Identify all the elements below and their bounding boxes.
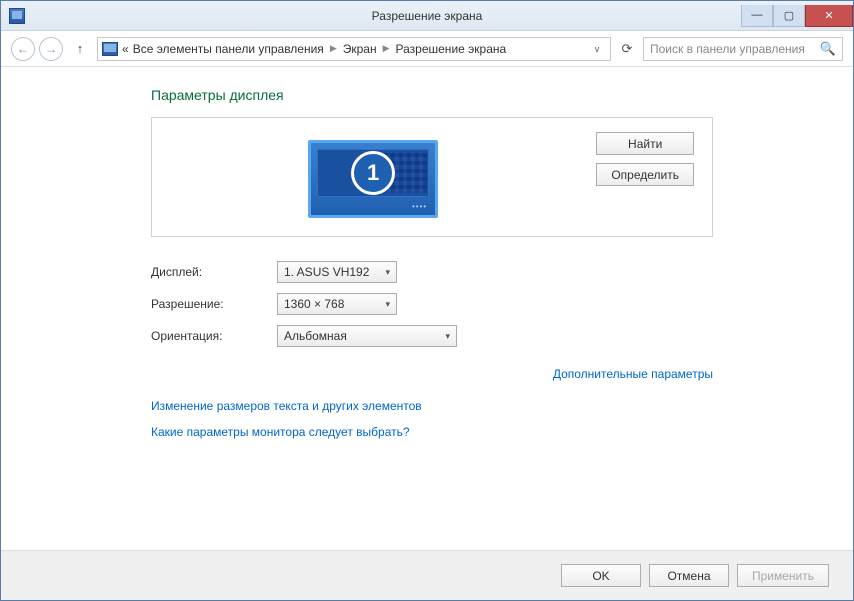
page-heading: Параметры дисплея <box>151 87 713 103</box>
navbar: ← → ↑ « Все элементы панели управления ▶… <box>1 31 853 67</box>
breadcrumb-item[interactable]: Все элементы панели управления <box>133 42 324 56</box>
breadcrumb-prefix: « <box>122 42 129 56</box>
resolution-select[interactable]: 1360 × 768 ▾ <box>277 293 397 315</box>
monitor-icon <box>102 42 118 56</box>
chevron-right-icon: ▶ <box>328 43 339 54</box>
advanced-settings-link[interactable]: Дополнительные параметры <box>553 367 713 381</box>
cancel-button[interactable]: Отмена <box>649 564 729 587</box>
minimize-button[interactable]: — <box>741 5 773 27</box>
orientation-select[interactable]: Альбомная ▾ <box>277 325 457 347</box>
dots-icon: •••• <box>412 202 427 211</box>
identify-button[interactable]: Определить <box>596 163 694 186</box>
breadcrumb-item[interactable]: Разрешение экрана <box>396 42 507 56</box>
dialog-footer: OK Отмена Применить <box>1 550 853 600</box>
search-placeholder: Поиск в панели управления <box>650 42 805 56</box>
titlebar[interactable]: Разрешение экрана — ▢ ✕ <box>1 1 853 31</box>
orientation-label: Ориентация: <box>151 329 277 343</box>
display-preview-box: 1 •••• Найти Определить <box>151 117 713 237</box>
close-button[interactable]: ✕ <box>805 5 853 27</box>
orientation-value: Альбомная <box>284 329 347 343</box>
resolution-label: Разрешение: <box>151 297 277 311</box>
content-area: Параметры дисплея 1 •••• Найти Определит… <box>1 67 853 550</box>
chevron-down-icon: ▾ <box>377 299 390 310</box>
window-buttons: — ▢ ✕ <box>741 5 853 27</box>
chevron-right-icon: ▶ <box>381 43 392 54</box>
find-button[interactable]: Найти <box>596 132 694 155</box>
app-icon <box>9 8 25 24</box>
display-select[interactable]: 1. ASUS VH192 ▾ <box>277 261 397 283</box>
search-input[interactable]: Поиск в панели управления 🔍 <box>643 37 843 61</box>
display-value: 1. ASUS VH192 <box>284 265 369 279</box>
refresh-button[interactable]: ⟳ <box>615 37 639 61</box>
display-label: Дисплей: <box>151 265 277 279</box>
apply-button: Применить <box>737 564 829 587</box>
address-bar[interactable]: « Все элементы панели управления ▶ Экран… <box>97 37 611 61</box>
search-icon: 🔍 <box>820 41 836 57</box>
window-title: Разрешение экрана <box>372 9 483 23</box>
up-button[interactable]: ↑ <box>71 40 89 58</box>
ok-button[interactable]: OK <box>561 564 641 587</box>
window: Разрешение экрана — ▢ ✕ ← → ↑ « Все элем… <box>0 0 854 601</box>
chevron-down-icon: ▾ <box>437 331 450 342</box>
maximize-button[interactable]: ▢ <box>773 5 805 27</box>
address-dropdown-icon[interactable]: v <box>588 44 606 54</box>
breadcrumb-item[interactable]: Экран <box>343 42 377 56</box>
resolution-value: 1360 × 768 <box>284 297 344 311</box>
which-params-link[interactable]: Какие параметры монитора следует выбрать… <box>151 425 410 439</box>
text-size-link[interactable]: Изменение размеров текста и других элеме… <box>151 399 422 413</box>
forward-button[interactable]: → <box>39 37 63 61</box>
back-button[interactable]: ← <box>11 37 35 61</box>
monitor-number-badge: 1 <box>351 151 395 195</box>
monitor-preview[interactable]: 1 •••• <box>308 140 438 218</box>
chevron-down-icon: ▾ <box>377 267 390 278</box>
